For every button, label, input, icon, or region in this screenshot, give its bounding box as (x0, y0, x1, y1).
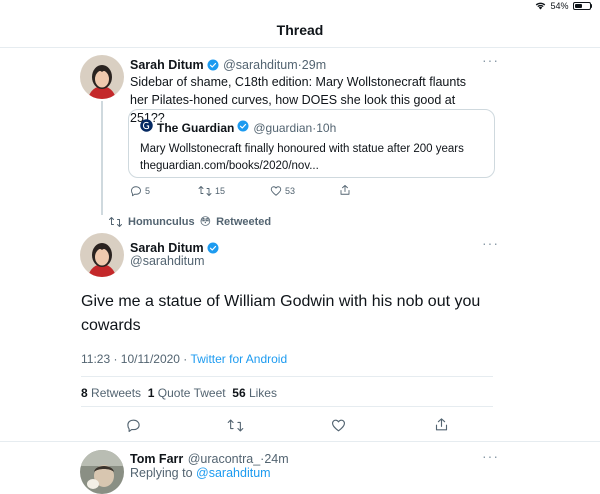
share-button[interactable] (339, 184, 351, 196)
retweet-icon (109, 216, 122, 227)
retweet-count: 15 (215, 186, 226, 196)
stats-divider-top (81, 376, 493, 377)
more-options-icon[interactable]: ··· (482, 235, 499, 251)
guardian-logo-icon (140, 119, 153, 137)
retweeter-emoji: 😳 (199, 216, 212, 228)
tweet-source-link[interactable]: Twitter for Android (190, 352, 287, 366)
avatar[interactable] (80, 233, 124, 277)
share-icon (435, 418, 448, 431)
tweet-time[interactable]: 29m (302, 58, 326, 72)
author-name[interactable]: Tom Farr (130, 452, 183, 466)
avatar-sarah-ditum-image (80, 55, 124, 99)
quote-author-handle: @guardian (253, 121, 313, 135)
verified-badge-icon (207, 241, 219, 259)
author-handle[interactable]: @sarahditum (223, 58, 298, 72)
retweet-button[interactable]: 15 (198, 185, 225, 197)
verified-badge-icon (237, 119, 249, 137)
heart-icon (270, 186, 282, 196)
thread-connector-line (101, 101, 103, 215)
replying-to-handle[interactable]: @sarahditum (196, 466, 271, 480)
reply-count: 5 (145, 186, 151, 196)
retweeted-label: Retweeted (216, 215, 272, 228)
status-indicators: 54% (535, 1, 592, 11)
quote-text: Mary Wollstonecraft finally honoured wit… (140, 141, 464, 175)
quoted-tweet-card[interactable]: The Guardian @guardian · 10h Mary Wollston… (128, 109, 495, 178)
quote-author-name: The Guardian (157, 121, 235, 135)
status-bar: 54% (0, 0, 600, 14)
retweeter-name: Homunculus (128, 215, 195, 228)
retweet-icon (227, 419, 244, 432)
share-button[interactable] (434, 417, 449, 437)
retweets-stat[interactable]: 8 Retweets (81, 386, 141, 400)
main-tweet-text: Give me a statue of William Godwin with … (81, 293, 481, 334)
heart-icon (332, 419, 345, 432)
page-title: Thread (276, 22, 324, 38)
avatar-tom-farr-image (80, 450, 124, 494)
like-button[interactable] (331, 418, 346, 438)
quote-link[interactable]: theguardian.com/books/2020/nov... (140, 158, 464, 175)
reply-divider (0, 441, 600, 442)
author-name[interactable]: Sarah Ditum (130, 58, 204, 72)
reply-icon (131, 186, 141, 197)
replying-to-label: Replying to (130, 466, 193, 480)
avatar[interactable] (80, 450, 124, 494)
like-button[interactable]: 53 (270, 185, 295, 197)
more-options-icon[interactable]: ··· (482, 52, 499, 68)
battery-percent: 54% (550, 1, 569, 11)
reply-button[interactable]: 5 (130, 185, 150, 197)
battery-icon (572, 2, 592, 10)
author-name: Sarah Ditum (130, 241, 204, 255)
replying-to: Replying to @sarahditum (130, 466, 271, 480)
retweeted-by-bar[interactable]: Homunculus 😳 Retweeted (108, 215, 271, 228)
tweet-time[interactable]: 24m (264, 452, 288, 466)
quote-header: The Guardian @guardian · 10h (140, 119, 336, 137)
retweet-button[interactable] (227, 418, 244, 438)
tweet-meta: 11:23 · 10/11/2020 · Twitter for Android (81, 352, 287, 366)
avatar[interactable] (80, 55, 124, 99)
more-options-icon[interactable]: ··· (482, 448, 499, 464)
likes-stat[interactable]: 56 Likes (232, 386, 277, 400)
wifi-icon (536, 2, 546, 10)
share-icon (340, 185, 350, 195)
quote-headline: Mary Wollstonecraft finally honoured wit… (140, 143, 464, 155)
reply-icon (127, 419, 140, 432)
like-count: 53 (285, 186, 296, 196)
tweet-timestamp: 11:23 · 10/11/2020 · (81, 352, 188, 366)
battery-level (574, 4, 583, 8)
author-handle[interactable]: @sarahditum (130, 254, 205, 268)
quote-tweets-stat[interactable]: 1 Quote Tweet (148, 386, 226, 400)
quote-time: 10h (316, 121, 337, 135)
tweet-stats: 8 Retweets 1 Quote Tweet 56 Likes (81, 386, 277, 400)
reply-button[interactable] (126, 418, 141, 438)
header-divider (0, 47, 600, 48)
retweet-icon (198, 186, 212, 196)
author-handle[interactable]: @uracontra_ (188, 452, 260, 466)
avatar-sarah-ditum-image (80, 233, 124, 277)
stats-divider-bottom (81, 406, 493, 407)
